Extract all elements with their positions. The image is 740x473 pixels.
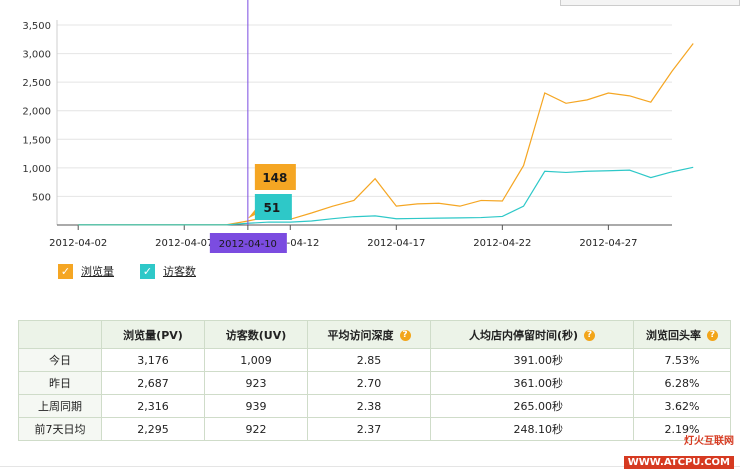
checkbox-checked-icon[interactable]: ✓ xyxy=(140,263,155,279)
pv-series-line xyxy=(78,43,694,226)
help-icon[interactable]: ? xyxy=(707,330,718,341)
legend-label-uv: 访客数 xyxy=(163,265,196,278)
legend-label-pv: 浏览量 xyxy=(81,265,114,278)
y-tick-label: 2,000 xyxy=(22,107,51,118)
x-tick-label: 2012-04-27 xyxy=(579,238,637,249)
cell-pv: 2,295 xyxy=(101,417,205,441)
x-tick-label: 2012-04-17 xyxy=(367,238,425,249)
x-tick-label: 2012-04-22 xyxy=(473,238,531,249)
cell-stay-time: 265.00秒 xyxy=(430,394,634,418)
cell-uv: 1,009 xyxy=(204,348,308,372)
x-tick-label: 2012-04-07 xyxy=(155,238,213,249)
pv-tooltip-value: 148 xyxy=(262,171,287,185)
row-label: 昨日 xyxy=(18,371,102,395)
cell-uv: 923 xyxy=(204,371,308,395)
table-header-return-rate: 浏览回头率? xyxy=(633,320,731,349)
row-label: 今日 xyxy=(18,348,102,372)
table-header-empty xyxy=(18,320,102,349)
table-header-uv: 访客数(UV) xyxy=(204,320,308,349)
table-row: 今日 3,176 1,009 2.85 391.00秒 7.53% xyxy=(18,348,731,372)
table-row: 昨日 2,687 923 2.70 361.00秒 6.28% xyxy=(18,371,731,395)
legend-item-uv[interactable]: ✓ 访客数 xyxy=(140,263,196,279)
table-header-stay-time: 人均店内停留时间(秒)? xyxy=(430,320,634,349)
cell-stay-time: 391.00秒 xyxy=(430,348,634,372)
cell-pv: 3,176 xyxy=(101,348,205,372)
cell-depth: 2.38 xyxy=(307,394,431,418)
row-label: 上周同期 xyxy=(18,394,102,418)
cell-return-rate: 7.53% xyxy=(633,348,731,372)
help-icon[interactable]: ? xyxy=(399,330,411,341)
cell-return-rate: 6.28% xyxy=(633,371,731,395)
cell-depth: 2.85 xyxy=(307,348,431,372)
y-tick-label: 3,500 xyxy=(22,21,51,32)
uv-tooltip-value: 51 xyxy=(264,201,281,215)
row-label: 前7天日均 xyxy=(18,417,102,441)
cell-depth: 2.70 xyxy=(307,371,431,395)
legend-item-pv[interactable]: ✓ 浏览量 xyxy=(58,263,114,279)
table-row: 上周同期 2,316 939 2.38 265.00秒 3.62% xyxy=(18,394,731,418)
watermark-logo: 灯火互联网 WWW.ATCPU.COM xyxy=(600,423,740,473)
cell-uv: 939 xyxy=(204,394,308,418)
y-tick-label: 2,500 xyxy=(22,78,51,89)
table-header-pv: 浏览量(PV) xyxy=(101,320,205,349)
cell-stay-time: 361.00秒 xyxy=(430,371,634,395)
cell-uv: 922 xyxy=(204,417,308,441)
cell-return-rate: 3.62% xyxy=(633,394,731,418)
table-header-depth: 平均访问深度? xyxy=(307,320,431,349)
hover-date-label: 2012-04-10 xyxy=(219,239,277,250)
cell-pv: 2,687 xyxy=(101,371,205,395)
y-tick-label: 500 xyxy=(32,192,51,203)
watermark-url: WWW.ATCPU.COM xyxy=(623,456,734,469)
x-tick-label: 2012-04-02 xyxy=(49,238,107,249)
pv-tooltip-pointer xyxy=(247,208,256,219)
traffic-line-chart: 500 1,000 1,500 2,000 2,500 3,000 3,500 2012-04… xyxy=(22,0,694,253)
table-header-row: 浏览量(PV) 访客数(UV) 平均访问深度? 人均店内停留时间(秒)? 浏览回… xyxy=(18,320,731,349)
help-icon[interactable]: ? xyxy=(584,330,596,341)
watermark-brand: 灯火互联网 xyxy=(684,436,734,447)
cell-pv: 2,316 xyxy=(101,394,205,418)
y-tick-label: 3,000 xyxy=(22,50,51,61)
y-tick-label: 1,500 xyxy=(22,135,51,146)
checkbox-checked-icon[interactable]: ✓ xyxy=(58,263,73,279)
cell-depth: 2.37 xyxy=(307,417,431,441)
y-tick-label: 1,000 xyxy=(22,164,51,175)
